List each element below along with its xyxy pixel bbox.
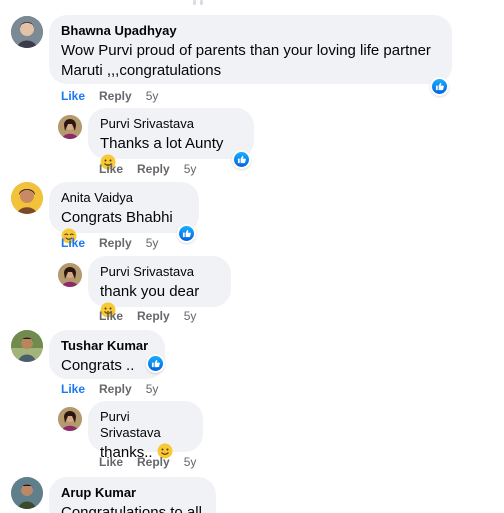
comment-text: Congrats Bhabhi bbox=[61, 209, 173, 226]
comment-author[interactable]: Tushar Kumar bbox=[61, 338, 153, 354]
like-reaction-icon[interactable] bbox=[146, 354, 165, 373]
comment-bubble: Arup Kumar Congratulations to all bbox=[49, 477, 216, 513]
avatar[interactable] bbox=[58, 115, 82, 139]
comment-timestamp[interactable]: 5y bbox=[184, 309, 197, 323]
comment-bubble: Purvi Srivastava thanks.. bbox=[88, 401, 203, 461]
comment-timestamp[interactable]: 5y bbox=[184, 162, 197, 176]
comment-actions: Like Reply 5y bbox=[61, 235, 158, 251]
like-reaction-icon[interactable] bbox=[232, 150, 251, 169]
comment-text: Congratulations to all bbox=[61, 504, 202, 513]
comment-text: Thanks a lot Aunty bbox=[100, 135, 224, 152]
comment-author[interactable]: Purvi Srivastava bbox=[100, 116, 242, 132]
reply-button[interactable]: Reply bbox=[99, 382, 132, 396]
like-button[interactable]: Like bbox=[61, 89, 85, 103]
comment-bubble: Purvi Srivastava thank you dear bbox=[88, 256, 231, 318]
comment-timestamp[interactable]: 5y bbox=[184, 455, 197, 469]
reply-button[interactable]: Reply bbox=[99, 236, 132, 250]
like-button[interactable]: Like bbox=[99, 309, 123, 323]
reply-button[interactable]: Reply bbox=[137, 455, 170, 469]
like-button[interactable]: Like bbox=[61, 382, 85, 396]
avatar[interactable] bbox=[58, 263, 82, 287]
like-reaction-icon[interactable] bbox=[430, 77, 449, 96]
like-button[interactable]: Like bbox=[99, 162, 123, 176]
comment-bubble: Anita Vaidya Congrats Bhabhi bbox=[49, 182, 199, 244]
comment-text: Congrats .. bbox=[61, 357, 135, 374]
like-button[interactable]: Like bbox=[99, 455, 123, 469]
reply-button[interactable]: Reply bbox=[99, 89, 132, 103]
comment-bubble: Bhawna Upadhyay Wow Purvi proud of paren… bbox=[49, 15, 452, 84]
comment-text: thank you dear bbox=[100, 283, 200, 300]
comment-timestamp[interactable]: 5y bbox=[146, 382, 159, 396]
comment-timestamp[interactable]: 5y bbox=[146, 89, 159, 103]
avatar[interactable] bbox=[11, 182, 43, 214]
reply-button[interactable]: Reply bbox=[137, 309, 170, 323]
comment-author[interactable]: Anita Vaidya bbox=[61, 190, 187, 206]
comment-timestamp[interactable]: 5y bbox=[146, 236, 159, 250]
like-reaction-icon[interactable] bbox=[177, 224, 196, 243]
comment-actions: Like Reply 5y bbox=[61, 88, 158, 104]
comment-actions: Like Reply 5y bbox=[99, 308, 196, 324]
comment-author[interactable]: Arup Kumar bbox=[61, 485, 204, 501]
avatar[interactable] bbox=[11, 16, 43, 48]
comment-actions: Like Reply 5y bbox=[99, 454, 196, 470]
reply-button[interactable]: Reply bbox=[137, 162, 170, 176]
like-button[interactable]: Like bbox=[61, 236, 85, 250]
avatar[interactable] bbox=[11, 330, 43, 362]
avatar[interactable] bbox=[58, 407, 82, 431]
comment-text: Wow Purvi proud of parents than your lov… bbox=[61, 42, 431, 79]
divider-stub bbox=[200, 0, 203, 5]
comment-author[interactable]: Bhawna Upadhyay bbox=[61, 23, 440, 39]
comment-author[interactable]: Purvi Srivastava bbox=[100, 409, 191, 441]
avatar[interactable] bbox=[11, 477, 43, 509]
comment-actions: Like Reply 5y bbox=[61, 381, 158, 397]
divider-stub bbox=[193, 0, 196, 5]
comment-actions: Like Reply 5y bbox=[99, 161, 196, 177]
comment-author[interactable]: Purvi Srivastava bbox=[100, 264, 219, 280]
comment-bubble: Purvi Srivastava Thanks a lot Aunty bbox=[88, 108, 254, 170]
top-edge bbox=[0, 0, 504, 8]
comment-bubble: Tushar Kumar Congrats .. bbox=[49, 330, 165, 379]
